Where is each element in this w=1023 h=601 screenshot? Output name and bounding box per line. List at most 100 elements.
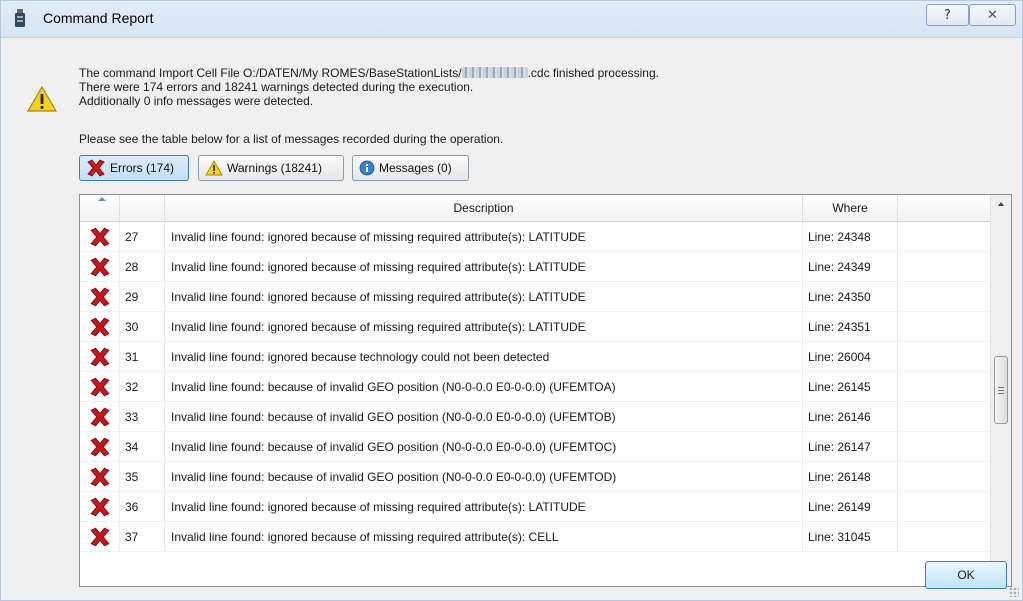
redacted-filename bbox=[461, 67, 528, 78]
header-number-column[interactable] bbox=[120, 195, 165, 221]
row-where: Line: 26146 bbox=[803, 402, 898, 432]
row-extra bbox=[898, 342, 993, 372]
help-icon: ? bbox=[944, 7, 951, 23]
messages-table[interactable]: Description Where 27 Invalid line found:… bbox=[79, 194, 1012, 587]
row-icon-cell bbox=[80, 312, 120, 342]
row-description: Invalid line found: ignored because of m… bbox=[165, 222, 803, 252]
table-row[interactable]: 27 Invalid line found: ignored because o… bbox=[80, 222, 993, 252]
row-description: Invalid line found: ignored because of m… bbox=[165, 282, 803, 312]
row-where: Line: 26149 bbox=[803, 492, 898, 522]
scrollbar-thumb[interactable] bbox=[994, 356, 1008, 424]
window-title: Command Report bbox=[43, 10, 154, 26]
close-button[interactable]: ✕ bbox=[969, 4, 1016, 26]
row-number: 32 bbox=[120, 372, 165, 402]
summary-line-2: There were 174 errors and 18241 warnings… bbox=[79, 80, 474, 94]
row-icon-cell bbox=[80, 372, 120, 402]
warnings-filter-button[interactable]: Warnings (18241) bbox=[198, 155, 344, 181]
resize-grip[interactable] bbox=[1009, 587, 1019, 597]
row-extra bbox=[898, 462, 993, 492]
row-icon-cell bbox=[80, 252, 120, 282]
row-where: Line: 31045 bbox=[803, 522, 898, 552]
row-description: Invalid line found: ignored because of m… bbox=[165, 312, 803, 342]
instruction-text: Please see the table below for a list of… bbox=[79, 132, 504, 146]
row-icon-cell bbox=[80, 342, 120, 372]
error-icon bbox=[90, 317, 109, 337]
row-where: Line: 26004 bbox=[803, 342, 898, 372]
error-icon bbox=[90, 287, 109, 307]
scroll-up-button[interactable] bbox=[991, 195, 1011, 213]
row-extra bbox=[898, 222, 993, 252]
row-where: Line: 26145 bbox=[803, 372, 898, 402]
summary-line-3: Additionally 0 info messages were detect… bbox=[79, 94, 314, 108]
summary-message: The command Import Cell File O:/DATEN/My… bbox=[79, 66, 659, 108]
row-extra bbox=[898, 432, 993, 462]
error-icon bbox=[90, 497, 109, 517]
table-row[interactable]: 35 Invalid line found: because of invali… bbox=[80, 462, 993, 492]
row-description: Invalid line found: because of invalid G… bbox=[165, 462, 803, 492]
row-description: Invalid line found: because of invalid G… bbox=[165, 432, 803, 462]
table-row[interactable]: 37 Invalid line found: ignored because o… bbox=[80, 522, 993, 552]
row-extra bbox=[898, 492, 993, 522]
error-icon bbox=[90, 407, 109, 427]
row-icon-cell bbox=[80, 522, 120, 552]
app-icon bbox=[15, 9, 25, 27]
row-number: 33 bbox=[120, 402, 165, 432]
row-icon-cell bbox=[80, 492, 120, 522]
table-row[interactable]: 36 Invalid line found: ignored because o… bbox=[80, 492, 993, 522]
row-number: 31 bbox=[120, 342, 165, 372]
vertical-scrollbar[interactable] bbox=[990, 195, 1011, 586]
header-icon-column[interactable] bbox=[80, 195, 120, 221]
table-row[interactable]: 28 Invalid line found: ignored because o… bbox=[80, 252, 993, 282]
row-number: 35 bbox=[120, 462, 165, 492]
table-row[interactable]: 29 Invalid line found: ignored because o… bbox=[80, 282, 993, 312]
row-where: Line: 26148 bbox=[803, 462, 898, 492]
warning-small-icon bbox=[205, 160, 223, 176]
error-icon bbox=[90, 467, 109, 487]
header-description[interactable]: Description bbox=[165, 195, 803, 221]
row-extra bbox=[898, 522, 993, 552]
error-icon bbox=[90, 527, 109, 547]
error-icon bbox=[90, 347, 109, 367]
row-icon-cell bbox=[80, 282, 120, 312]
row-extra bbox=[898, 252, 993, 282]
row-icon-cell bbox=[80, 222, 120, 252]
help-button[interactable]: ? bbox=[926, 4, 969, 26]
table-row[interactable]: 31 Invalid line found: ignored because t… bbox=[80, 342, 993, 372]
header-extra-column[interactable] bbox=[898, 195, 993, 221]
row-icon-cell bbox=[80, 402, 120, 432]
warnings-filter-label: Warnings (18241) bbox=[227, 161, 322, 175]
row-icon-cell bbox=[80, 432, 120, 462]
row-number: 36 bbox=[120, 492, 165, 522]
errors-filter-button[interactable]: Errors (174) bbox=[79, 155, 189, 181]
row-number: 37 bbox=[120, 522, 165, 552]
row-description: Invalid line found: ignored because of m… bbox=[165, 252, 803, 282]
error-icon bbox=[87, 159, 105, 177]
row-description: Invalid line found: because of invalid G… bbox=[165, 402, 803, 432]
row-where: Line: 24348 bbox=[803, 222, 898, 252]
header-where[interactable]: Where bbox=[803, 195, 898, 221]
sort-indicator-icon bbox=[98, 197, 106, 201]
row-description: Invalid line found: ignored because of m… bbox=[165, 492, 803, 522]
ok-button[interactable]: OK bbox=[925, 561, 1007, 589]
row-description: Invalid line found: because of invalid G… bbox=[165, 372, 803, 402]
row-description: Invalid line found: ignored because of m… bbox=[165, 522, 803, 552]
summary-line-1: The command Import Cell File O:/DATEN/My… bbox=[79, 66, 659, 80]
dialog-content: The command Import Cell File O:/DATEN/My… bbox=[1, 38, 1022, 600]
row-number: 27 bbox=[120, 222, 165, 252]
row-where: Line: 24349 bbox=[803, 252, 898, 282]
row-where: Line: 24351 bbox=[803, 312, 898, 342]
table-row[interactable]: 32 Invalid line found: because of invali… bbox=[80, 372, 993, 402]
row-extra bbox=[898, 372, 993, 402]
row-extra bbox=[898, 402, 993, 432]
table-row[interactable]: 33 Invalid line found: because of invali… bbox=[80, 402, 993, 432]
title-bar: Command Report ? ✕ bbox=[1, 1, 1022, 38]
row-number: 30 bbox=[120, 312, 165, 342]
row-number: 34 bbox=[120, 432, 165, 462]
table-row[interactable]: 30 Invalid line found: ignored because o… bbox=[80, 312, 993, 342]
info-icon bbox=[359, 160, 375, 176]
row-icon-cell bbox=[80, 462, 120, 492]
row-extra bbox=[898, 282, 993, 312]
table-row[interactable]: 34 Invalid line found: because of invali… bbox=[80, 432, 993, 462]
error-icon bbox=[90, 377, 109, 397]
messages-filter-button[interactable]: Messages (0) bbox=[352, 155, 469, 181]
